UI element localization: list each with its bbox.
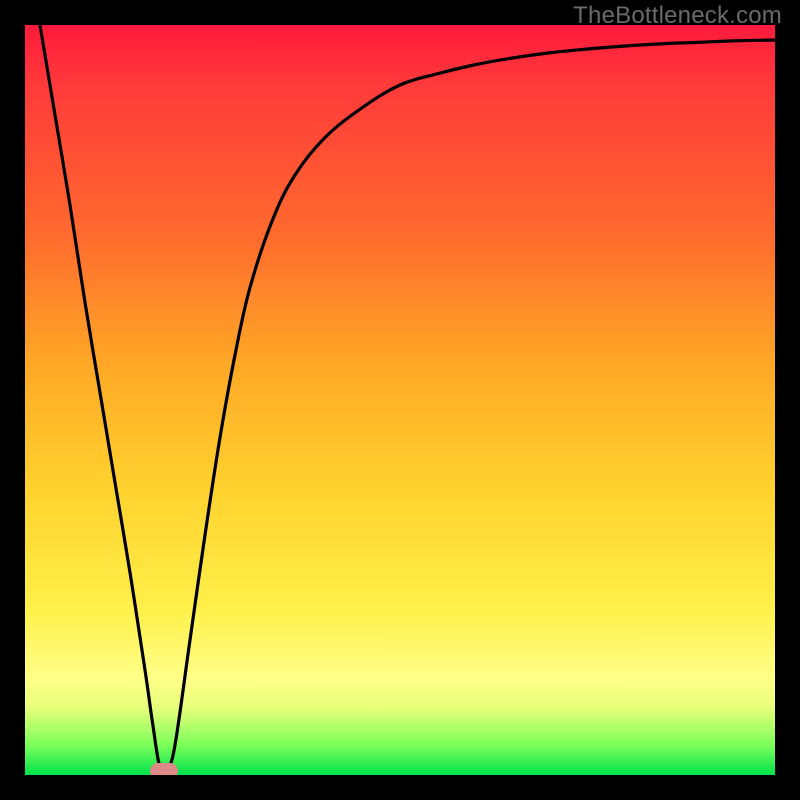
chart-frame: TheBottleneck.com	[0, 0, 800, 800]
plot-area	[25, 25, 775, 775]
optimum-marker	[150, 763, 178, 776]
curve-svg	[25, 25, 775, 775]
watermark-text: TheBottleneck.com	[573, 2, 782, 30]
bottleneck-curve	[25, 25, 775, 772]
